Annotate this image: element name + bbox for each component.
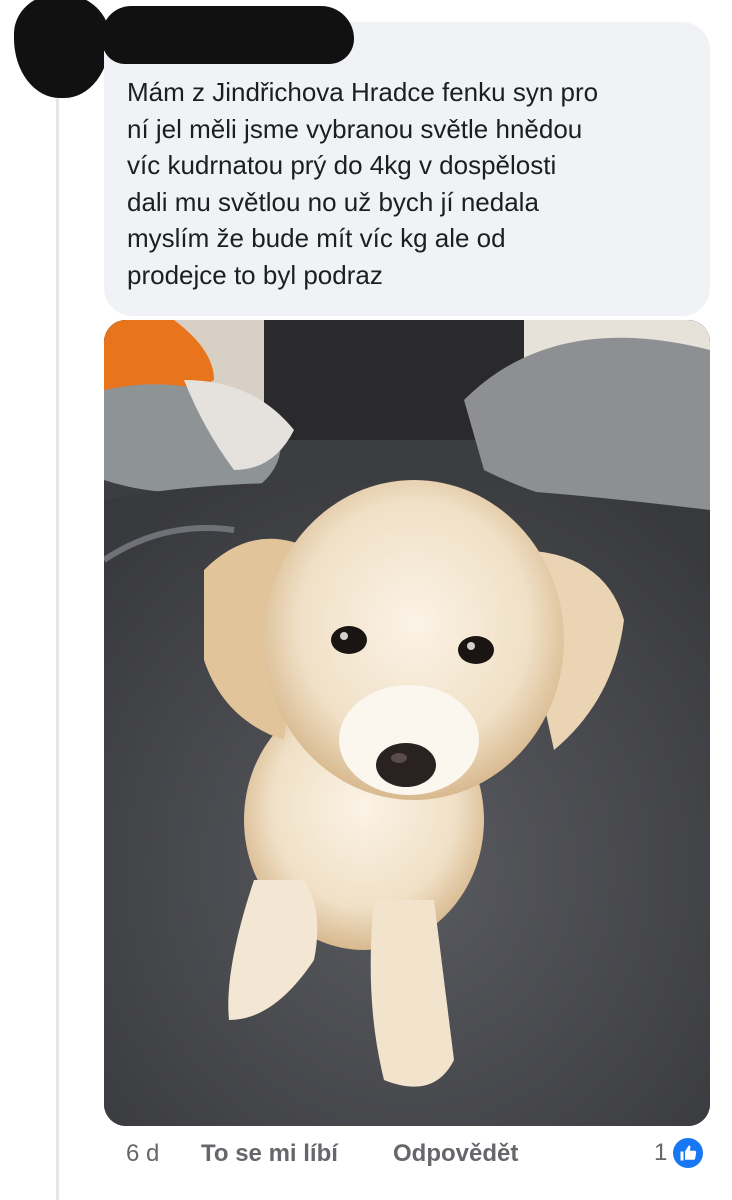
reply-button[interactable]: Odpovědět (393, 1140, 518, 1168)
thread-line (56, 80, 59, 1200)
comment-photo[interactable] (104, 320, 710, 1126)
comment-actions: 6 d To se mi líbí Odpovědět 1 (0, 1136, 732, 1172)
comment-text: Mám z Jindřichova Hradce fenku syn pro n… (127, 77, 599, 290)
reaction-count: 1 (654, 1139, 668, 1166)
dog-photo-illustration (104, 320, 710, 1126)
author-name-redacted[interactable] (102, 6, 354, 64)
like-button[interactable]: To se mi líbí (201, 1140, 338, 1168)
thumbs-up-icon (673, 1138, 704, 1168)
comment-thread: Mám z Jindřichova Hradce fenku syn pro n… (0, 0, 732, 1200)
avatar-redacted[interactable] (14, 0, 110, 98)
comment-timestamp[interactable]: 6 d (126, 1140, 159, 1168)
reaction-summary[interactable]: 1 (654, 1136, 704, 1170)
